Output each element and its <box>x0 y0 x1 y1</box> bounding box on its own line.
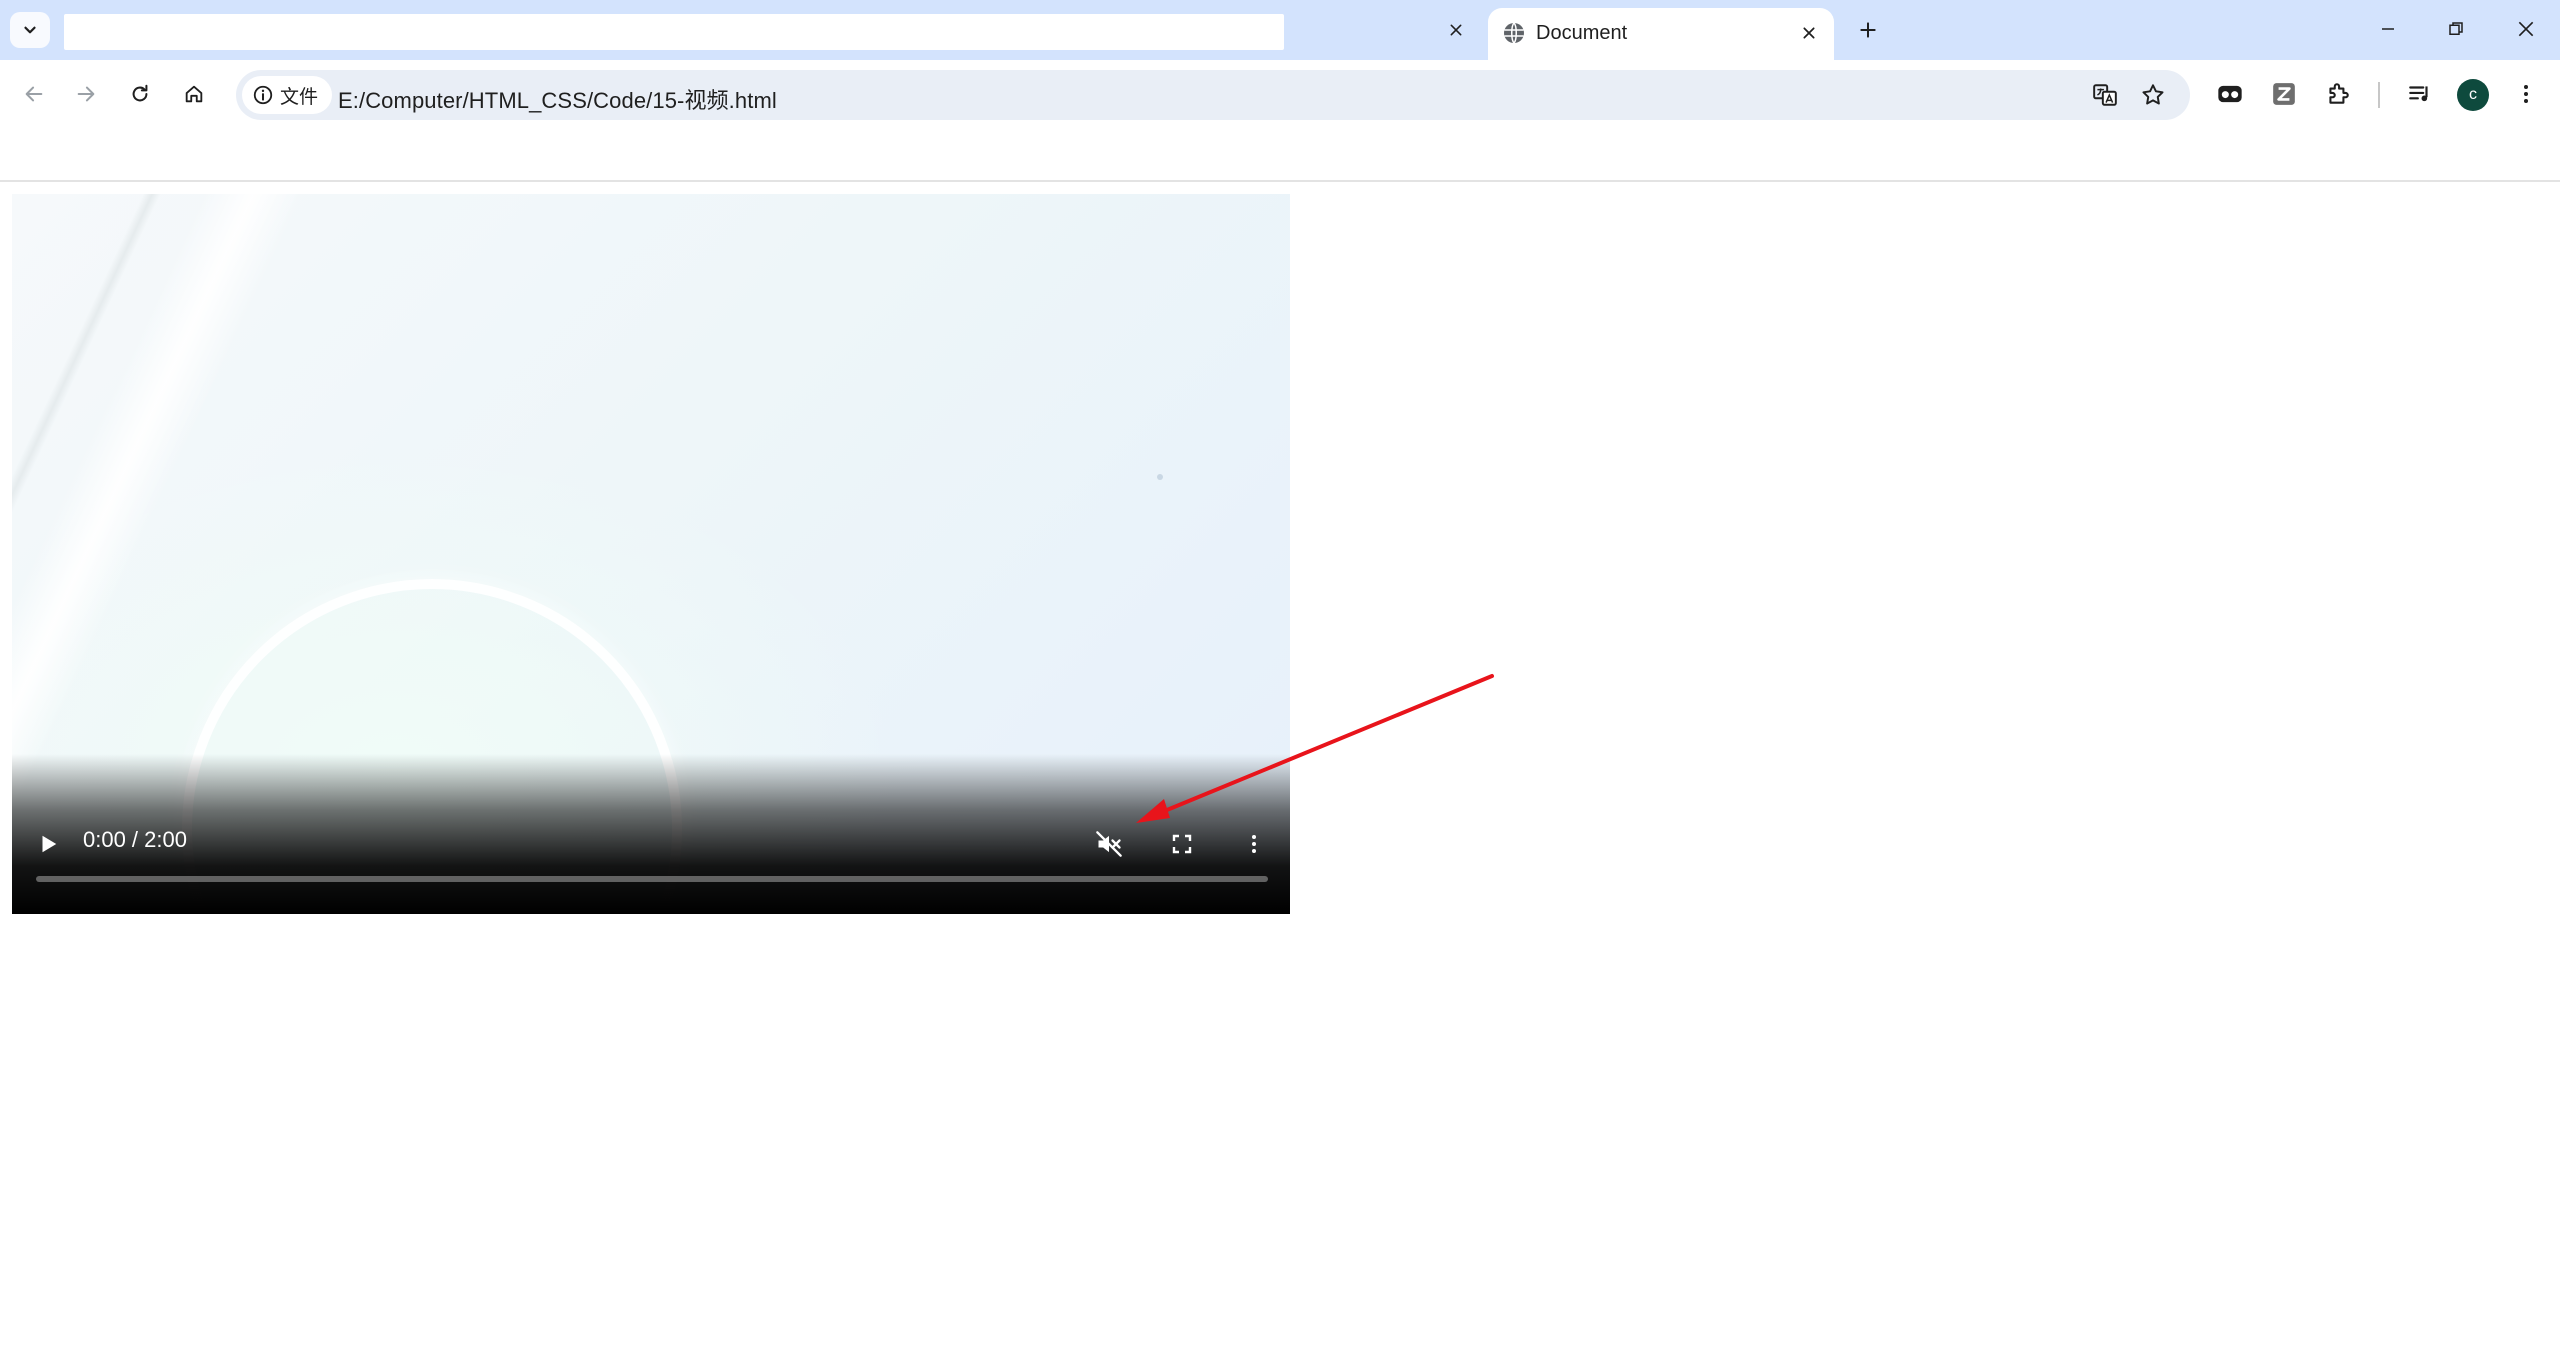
video-controls: 0:00 / 2:00 <box>12 754 1290 914</box>
media-control-button[interactable] <box>2400 74 2440 114</box>
reload-button[interactable] <box>120 74 160 114</box>
glasses-icon <box>2218 85 2242 103</box>
profile-avatar[interactable]: c <box>2457 79 2489 111</box>
toolbar-separator <box>2378 82 2380 108</box>
tab-title: Document <box>1536 22 1628 44</box>
zotero-icon <box>2273 83 2295 105</box>
browser-menu-button[interactable] <box>2506 74 2546 114</box>
kebab-menu-icon <box>2524 85 2528 103</box>
home-button[interactable] <box>174 74 214 114</box>
bookmark-bar <box>0 130 2560 182</box>
close-icon <box>1450 24 1462 36</box>
back-button[interactable] <box>14 74 54 114</box>
star-icon <box>2142 84 2164 105</box>
arrow-left-icon <box>25 86 43 102</box>
arrow-right-icon <box>77 86 95 102</box>
minimize-button[interactable] <box>2364 8 2412 50</box>
fullscreen-icon <box>1172 834 1192 854</box>
tab-strip: Document <box>0 0 2560 60</box>
tab-active[interactable]: Document <box>1488 8 1834 60</box>
play-icon <box>42 835 57 853</box>
close-icon <box>2518 21 2534 37</box>
translate-icon <box>2093 84 2117 106</box>
new-tab-button[interactable] <box>1850 12 1886 48</box>
close-window-button[interactable] <box>2502 8 2550 50</box>
puzzle-icon <box>2329 83 2349 104</box>
tab-inactive[interactable] <box>64 14 1284 50</box>
video-time-display: 0:00 / 2:00 <box>83 827 187 852</box>
fullscreen-button[interactable] <box>1162 824 1202 864</box>
toolbar: 文件 E:/Computer/HTML_CSS/Code/15-视频.html <box>0 60 2560 130</box>
tab-list-button[interactable] <box>10 12 50 48</box>
url-text[interactable]: E:/Computer/HTML_CSS/Code/15-视频.html <box>338 83 777 115</box>
bookmark-star-button[interactable] <box>2136 78 2170 112</box>
tab-close-button[interactable] <box>1794 18 1824 48</box>
extension-zotero-button[interactable] <box>2264 74 2304 114</box>
site-info-chip[interactable]: 文件 <box>242 76 332 114</box>
close-icon <box>1803 27 1815 39</box>
plus-icon <box>1860 22 1876 38</box>
site-chip-label: 文件 <box>280 86 319 108</box>
restore-button[interactable] <box>2432 8 2480 50</box>
translate-button[interactable] <box>2088 78 2122 112</box>
media-control-icon <box>2409 86 2428 102</box>
extension-glasses-button[interactable] <box>2210 74 2250 114</box>
video-progress-bar[interactable] <box>36 876 1268 882</box>
omnibox[interactable]: 文件 E:/Computer/HTML_CSS/Code/15-视频.html <box>236 70 2190 120</box>
home-icon <box>185 85 203 103</box>
restore-icon <box>2449 22 2463 35</box>
info-icon <box>253 85 273 105</box>
video-menu-button[interactable] <box>1234 824 1274 864</box>
chevron-down-icon <box>24 26 36 34</box>
globe-icon <box>1504 22 1524 44</box>
play-button[interactable] <box>28 824 68 864</box>
volume-muted-icon <box>1096 831 1122 857</box>
reload-icon <box>132 84 148 102</box>
minimize-icon <box>2382 28 2394 30</box>
kebab-menu-icon <box>1252 835 1256 853</box>
tab-inactive-close-button[interactable] <box>1440 14 1472 46</box>
video-frame-speck <box>1157 474 1163 480</box>
video-player[interactable]: 0:00 / 2:00 <box>12 194 1290 914</box>
extensions-button[interactable] <box>2318 74 2358 114</box>
mute-button[interactable] <box>1089 824 1129 864</box>
forward-button[interactable] <box>66 74 106 114</box>
